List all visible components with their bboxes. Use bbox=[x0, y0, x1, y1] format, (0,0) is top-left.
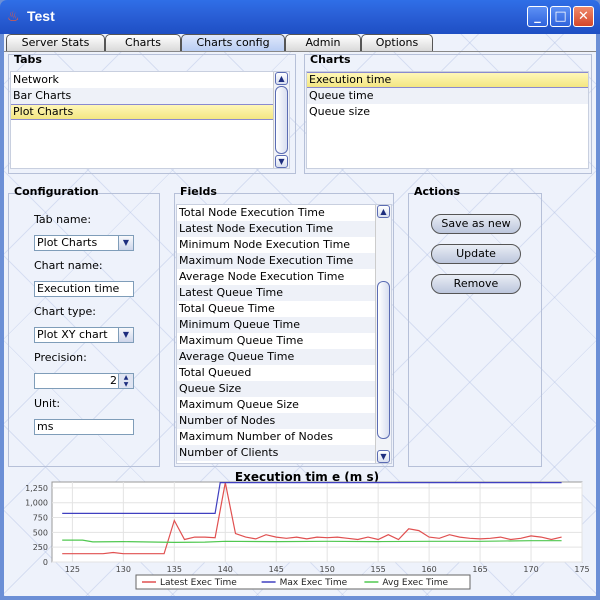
list-item-selected[interactable]: Execution time bbox=[307, 72, 588, 88]
scroll-down-icon[interactable]: ▼ bbox=[377, 450, 390, 463]
main-content: Server Stats Charts Charts config Admin … bbox=[4, 34, 596, 596]
x-tick-label: 170 bbox=[523, 565, 538, 574]
tabs-list[interactable]: Network Bar Charts Plot Charts ▲ ▼ bbox=[10, 71, 290, 169]
precision-stepper[interactable]: 2 ▲ ▼ bbox=[34, 373, 134, 389]
remove-button[interactable]: Remove bbox=[431, 274, 521, 294]
list-item[interactable]: Bar Charts bbox=[11, 88, 289, 104]
chart-type-label: Chart type: bbox=[34, 305, 97, 318]
list-item[interactable]: Latest Node Execution Time bbox=[177, 221, 391, 237]
list-item[interactable]: Maximum Queue Time bbox=[177, 333, 391, 349]
list-item[interactable]: Average Queue Time bbox=[177, 349, 391, 365]
list-item[interactable]: Total Queue Time bbox=[177, 301, 391, 317]
actions-panel bbox=[408, 193, 542, 467]
app-window: ♨ Test _ □ ✕ Server Stats Charts Charts … bbox=[0, 0, 600, 600]
list-item[interactable]: Maximum Node Execution Time bbox=[177, 253, 391, 269]
execution-time-chart: Execution tim e (m s) 0 250 500 750 1,000 1,25… bbox=[8, 470, 592, 594]
scroll-up-icon[interactable]: ▲ bbox=[275, 72, 288, 85]
plot-area bbox=[51, 481, 583, 563]
x-tick-label: 135 bbox=[167, 565, 182, 574]
chart-type-value: Plot XY chart bbox=[37, 328, 108, 341]
tab-charts[interactable]: Charts bbox=[105, 34, 181, 51]
legend-label: Latest Exec Time bbox=[160, 578, 237, 588]
charts-panel-title: Charts bbox=[310, 53, 351, 66]
x-tick-label: 145 bbox=[269, 565, 284, 574]
list-item[interactable]: Queue time bbox=[307, 88, 588, 104]
unit-label: Unit: bbox=[34, 397, 61, 410]
tab-server-stats[interactable]: Server Stats bbox=[6, 34, 105, 51]
tab-bar: Server Stats Charts Charts config Admin … bbox=[4, 34, 596, 52]
x-tick-label: 130 bbox=[116, 565, 131, 574]
charts-list[interactable]: Execution time Queue time Queue size bbox=[306, 71, 589, 169]
x-tick-label: 125 bbox=[65, 565, 80, 574]
list-item[interactable]: Queue Size bbox=[177, 381, 391, 397]
list-item-selected[interactable]: Plot Charts bbox=[11, 104, 289, 120]
x-tick-label: 160 bbox=[421, 565, 436, 574]
list-item[interactable]: Network bbox=[11, 72, 289, 88]
list-item[interactable]: Latest Queue Time bbox=[177, 285, 391, 301]
close-button[interactable]: ✕ bbox=[573, 6, 594, 27]
actions-title: Actions bbox=[414, 185, 460, 198]
scroll-thumb[interactable] bbox=[377, 281, 390, 439]
chart-name-label: Chart name: bbox=[34, 259, 103, 272]
list-item[interactable]: Minimum Node Execution Time bbox=[177, 237, 391, 253]
y-tick-label: 0 bbox=[43, 558, 48, 567]
tab-admin[interactable]: Admin bbox=[285, 34, 361, 51]
configuration-title: Configuration bbox=[14, 185, 99, 198]
list-item[interactable]: Total Queued bbox=[177, 365, 391, 381]
list-item[interactable]: Total Node Execution Time bbox=[177, 205, 391, 221]
chevron-down-icon[interactable]: ▼ bbox=[118, 236, 133, 250]
chart-type-select[interactable]: Plot XY chart ▼ bbox=[34, 327, 134, 343]
unit-field[interactable]: ms bbox=[34, 419, 134, 435]
tab-charts-config[interactable]: Charts config bbox=[181, 34, 285, 51]
chevron-down-icon[interactable]: ▼ bbox=[118, 328, 133, 342]
list-item[interactable]: Number of Nodes bbox=[177, 413, 391, 429]
save-as-new-button[interactable]: Save as new bbox=[431, 214, 521, 234]
java-app-icon: ♨ bbox=[7, 9, 20, 25]
update-button[interactable]: Update bbox=[431, 244, 521, 264]
list-item[interactable]: Average Node Execution Time bbox=[177, 269, 391, 285]
precision-label: Precision: bbox=[34, 351, 87, 364]
list-item[interactable]: Maximum Queue Size bbox=[177, 397, 391, 413]
spin-down-icon[interactable]: ▼ bbox=[118, 381, 133, 388]
x-tick-label: 175 bbox=[574, 565, 589, 574]
x-tick-label: 165 bbox=[472, 565, 487, 574]
spin-up-icon[interactable]: ▲ bbox=[118, 374, 133, 381]
scroll-down-icon[interactable]: ▼ bbox=[275, 155, 288, 168]
scroll-thumb[interactable] bbox=[275, 86, 288, 154]
window-title: Test bbox=[27, 8, 55, 24]
tabs-list-scrollbar[interactable]: ▲ ▼ bbox=[273, 72, 289, 168]
fields-title: Fields bbox=[180, 185, 217, 198]
list-item[interactable]: Maximum Number of Nodes bbox=[177, 429, 391, 445]
fields-list-scrollbar[interactable]: ▲ ▼ bbox=[375, 205, 391, 463]
scroll-up-icon[interactable]: ▲ bbox=[377, 205, 390, 218]
list-item[interactable]: Queue size bbox=[307, 104, 588, 120]
tab-name-select[interactable]: Plot Charts ▼ bbox=[34, 235, 134, 251]
tabs-panel-title: Tabs bbox=[14, 53, 42, 66]
list-item[interactable]: Minimum Queue Time bbox=[177, 317, 391, 333]
y-tick-label: 750 bbox=[33, 514, 48, 523]
x-tick-label: 150 bbox=[320, 565, 335, 574]
legend-label: Max Exec Time bbox=[280, 578, 348, 588]
chart-name-field[interactable]: Execution time bbox=[34, 281, 134, 297]
list-item[interactable]: Number of Clients bbox=[177, 445, 391, 461]
tab-options[interactable]: Options bbox=[361, 34, 433, 51]
precision-value: 2 bbox=[110, 374, 117, 387]
title-bar[interactable]: ♨ Test _ □ ✕ bbox=[0, 0, 600, 34]
y-tick-label: 1,000 bbox=[25, 499, 48, 508]
x-tick-label: 140 bbox=[218, 565, 233, 574]
tab-name-value: Plot Charts bbox=[37, 236, 98, 249]
fields-list[interactable]: Total Node Execution Time Latest Node Ex… bbox=[176, 204, 392, 464]
minimize-button[interactable]: _ bbox=[527, 6, 548, 27]
y-tick-label: 500 bbox=[33, 528, 48, 537]
y-tick-label: 250 bbox=[33, 543, 48, 552]
tab-name-label: Tab name: bbox=[34, 213, 92, 226]
chart-svg: Execution tim e (m s)02505007501,0001,25… bbox=[25, 470, 590, 590]
maximize-button[interactable]: □ bbox=[550, 6, 571, 27]
y-tick-label: 1,250 bbox=[25, 484, 48, 493]
x-tick-label: 155 bbox=[371, 565, 386, 574]
legend-label: Avg Exec Time bbox=[382, 578, 448, 588]
